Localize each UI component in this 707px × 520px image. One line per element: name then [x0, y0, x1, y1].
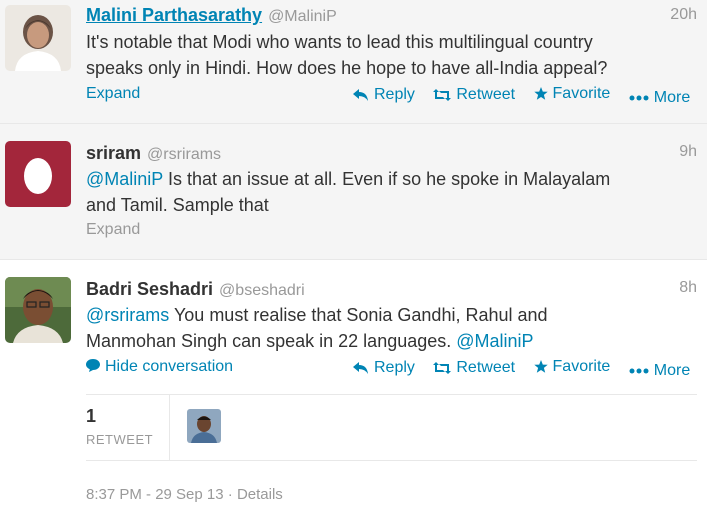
retweeter-avatar[interactable]	[187, 409, 221, 443]
author-name[interactable]: sriram @rsrirams	[86, 143, 221, 164]
tweet-text: @rsrirams You must realise that Sonia Ga…	[86, 305, 548, 351]
tweet-text: @MaliniP Is that an issue at all. Even i…	[86, 169, 611, 215]
details-link[interactable]: Details	[237, 486, 283, 503]
retweet-icon	[433, 362, 452, 374]
tweet-actions: Reply Retweet Favorite More	[353, 358, 690, 380]
author-handle[interactable]: @bseshadri	[219, 282, 305, 300]
favorite-button[interactable]: Favorite	[533, 85, 610, 103]
retweet-icon	[433, 89, 452, 101]
more-dots-icon	[629, 368, 649, 374]
author-handle[interactable]: @rsrirams	[147, 146, 221, 164]
avatar[interactable]	[5, 277, 71, 343]
star-icon	[533, 360, 548, 374]
tweet-actions: Reply Retweet Favorite More	[353, 85, 690, 107]
star-icon	[533, 87, 548, 101]
author-handle[interactable]: @MaliniP	[268, 8, 337, 26]
tweet-badri[interactable]: Badri Seshadri @bseshadri 8h @rsrirams Yo…	[0, 260, 707, 520]
avatar[interactable]	[5, 5, 71, 71]
divider	[86, 460, 697, 461]
hide-conversation-link[interactable]: Hide conversation	[86, 358, 233, 376]
reply-icon	[353, 362, 369, 374]
tweet-text: It's notable that Modi who wants to lead…	[86, 32, 608, 78]
favorite-button[interactable]: Favorite	[533, 358, 610, 376]
retweet-label: RETWEET	[86, 432, 154, 447]
timestamp[interactable]: 8:37 PM - 29 Sep 13	[86, 486, 224, 503]
retweet-count[interactable]: 1	[86, 406, 96, 427]
divider	[169, 395, 170, 461]
tweet-sriram[interactable]: sriram @rsrirams 9h @MaliniP Is that an i…	[0, 124, 707, 260]
tweet-time[interactable]: 20h	[670, 6, 697, 24]
mention-link[interactable]: @MaliniP	[86, 169, 163, 189]
tweet-malini[interactable]: Malini Parthasarathy @MaliniP 20h It's no…	[0, 0, 707, 124]
retweet-button[interactable]: Retweet	[433, 86, 515, 104]
mention-link[interactable]: @rsrirams	[86, 305, 169, 325]
divider	[86, 394, 697, 395]
reply-button[interactable]: Reply	[353, 359, 415, 377]
more-button[interactable]: More	[629, 362, 690, 380]
mention-link[interactable]: @MaliniP	[456, 331, 533, 351]
avatar[interactable]	[5, 141, 71, 207]
author-name[interactable]: Malini Parthasarathy @MaliniP	[86, 5, 337, 26]
tweet-time[interactable]: 8h	[679, 279, 697, 297]
expand-link[interactable]: Expand	[86, 85, 140, 103]
reply-icon	[353, 89, 369, 101]
author-name[interactable]: Badri Seshadri @bseshadri	[86, 279, 305, 300]
reply-button[interactable]: Reply	[353, 86, 415, 104]
more-dots-icon	[629, 95, 649, 101]
expand-link[interactable]: Expand	[86, 221, 140, 239]
tweet-time[interactable]: 9h	[679, 143, 697, 161]
tweet-meta: 8:37 PM - 29 Sep 13 · Details	[86, 486, 283, 503]
more-button[interactable]: More	[629, 89, 690, 107]
retweet-button[interactable]: Retweet	[433, 359, 515, 377]
speech-bubble-icon	[86, 359, 100, 372]
